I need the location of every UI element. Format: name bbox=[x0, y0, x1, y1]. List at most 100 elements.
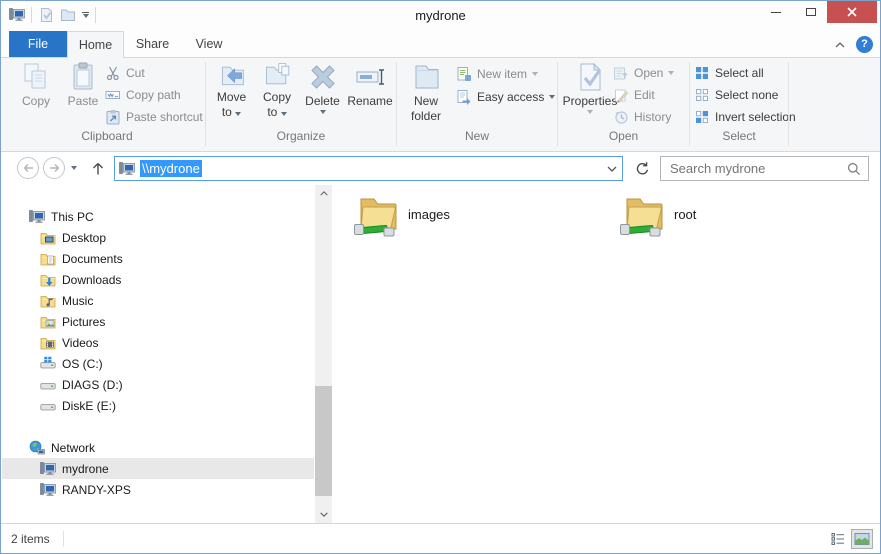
open-icon bbox=[613, 65, 629, 81]
sidebar-item-this-pc[interactable]: This PC bbox=[2, 206, 314, 227]
pictures-icon bbox=[40, 314, 56, 330]
chevron-down-icon bbox=[319, 511, 329, 518]
collapse-ribbon-button[interactable] bbox=[831, 38, 849, 52]
computer-icon bbox=[40, 461, 56, 477]
arrow-left-icon bbox=[22, 162, 35, 174]
scroll-down-button[interactable] bbox=[315, 506, 332, 523]
tab-share[interactable]: Share bbox=[124, 31, 181, 57]
edit-button[interactable]: Edit bbox=[613, 85, 655, 105]
recent-locations-dropdown[interactable] bbox=[71, 166, 77, 170]
title-bar: mydrone bbox=[1, 1, 880, 31]
maximize-button[interactable] bbox=[794, 1, 827, 23]
rename-icon bbox=[354, 61, 386, 93]
new-item-button[interactable]: New item bbox=[456, 64, 538, 84]
chevron-down-icon bbox=[235, 112, 241, 116]
sidebar-item-downloads[interactable]: Downloads bbox=[2, 269, 314, 290]
sidebar-scrollbar[interactable] bbox=[315, 185, 332, 523]
status-separator bbox=[63, 531, 64, 547]
ribbon: Copy Paste Cut Copy path bbox=[1, 58, 880, 152]
computer-icon bbox=[40, 482, 56, 498]
folder-tile-images[interactable]: images bbox=[353, 190, 450, 238]
chevron-down-icon bbox=[606, 165, 618, 173]
cut-icon bbox=[105, 65, 121, 81]
select-none-icon bbox=[694, 87, 710, 103]
move-to-button[interactable]: Move to bbox=[209, 61, 254, 129]
select-all-button[interactable]: Select all bbox=[694, 63, 764, 83]
refresh-icon bbox=[635, 161, 650, 176]
tab-home[interactable]: Home bbox=[67, 31, 124, 58]
copy-path-button[interactable]: Copy path bbox=[105, 85, 181, 105]
search-icon[interactable] bbox=[847, 162, 861, 176]
sidebar-item-documents[interactable]: Documents bbox=[2, 248, 314, 269]
help-button[interactable]: ? bbox=[856, 36, 873, 53]
tab-view[interactable]: View bbox=[181, 31, 237, 57]
sidebar-item-os-c[interactable]: OS (C:) bbox=[2, 353, 314, 374]
thumbnail-view-icon bbox=[854, 532, 870, 546]
address-bar[interactable]: \\mydrone bbox=[114, 156, 623, 181]
history-button[interactable]: History bbox=[613, 107, 671, 127]
tab-file[interactable]: File bbox=[9, 31, 67, 57]
invert-selection-icon bbox=[694, 109, 710, 125]
sidebar-item-videos[interactable]: Videos bbox=[2, 332, 314, 353]
forward-button[interactable] bbox=[43, 157, 65, 179]
maximize-icon bbox=[806, 8, 816, 16]
paste-shortcut-button[interactable]: Paste shortcut bbox=[105, 107, 203, 127]
address-path-selected[interactable]: \\mydrone bbox=[140, 160, 202, 177]
sidebar-item-music[interactable]: Music bbox=[2, 290, 314, 311]
sidebar-item-desktop[interactable]: Desktop bbox=[2, 227, 314, 248]
sidebar-item-pictures[interactable]: Pictures bbox=[2, 311, 314, 332]
search-input[interactable] bbox=[661, 157, 868, 180]
paste-shortcut-icon bbox=[105, 109, 121, 125]
cut-button[interactable]: Cut bbox=[105, 63, 145, 83]
scroll-up-button[interactable] bbox=[315, 185, 332, 202]
copy-button[interactable]: Copy bbox=[13, 61, 59, 129]
up-button[interactable] bbox=[87, 157, 109, 179]
scrollbar-thumb[interactable] bbox=[315, 386, 332, 496]
rename-button[interactable]: Rename bbox=[345, 61, 395, 129]
chevron-down-icon bbox=[549, 95, 555, 99]
open-button[interactable]: Open bbox=[613, 63, 674, 83]
invert-selection-button[interactable]: Invert selection bbox=[694, 107, 796, 127]
sidebar-item-randy-xps[interactable]: RANDY-XPS bbox=[2, 479, 314, 500]
arrow-right-icon bbox=[48, 162, 61, 174]
refresh-button[interactable] bbox=[630, 156, 654, 181]
chevron-down-icon bbox=[281, 112, 287, 116]
group-label-new: New bbox=[397, 129, 557, 143]
copy-icon bbox=[20, 61, 52, 93]
sidebar-item-diags-d[interactable]: DIAGS (D:) bbox=[2, 374, 314, 395]
delete-button[interactable]: Delete bbox=[300, 61, 345, 129]
properties-button[interactable]: Properties bbox=[561, 61, 619, 129]
back-button[interactable] bbox=[17, 157, 39, 179]
details-view-button[interactable] bbox=[827, 529, 849, 549]
easy-access-button[interactable]: Easy access bbox=[456, 87, 555, 107]
minimize-button[interactable] bbox=[758, 1, 794, 23]
new-folder-button[interactable]: New folder bbox=[399, 61, 453, 129]
select-all-icon bbox=[694, 65, 710, 81]
downloads-icon bbox=[40, 272, 56, 288]
os-drive-icon bbox=[40, 356, 56, 372]
group-separator bbox=[788, 62, 789, 146]
group-label-open: Open bbox=[558, 129, 689, 143]
minimize-icon bbox=[771, 12, 781, 13]
folder-tile-root[interactable]: root bbox=[619, 190, 696, 238]
status-bar: 2 items bbox=[1, 523, 880, 553]
chevron-up-icon bbox=[319, 190, 329, 197]
search-box bbox=[660, 156, 869, 181]
explorer-window: mydrone File Home Share View ? Copy bbox=[0, 0, 881, 554]
sidebar-item-mydrone[interactable]: mydrone bbox=[2, 458, 314, 479]
delete-icon bbox=[307, 61, 339, 93]
paste-button[interactable]: Paste bbox=[61, 61, 105, 129]
item-count: 2 items bbox=[11, 524, 50, 554]
new-item-icon bbox=[456, 66, 472, 82]
folder-name: images bbox=[408, 207, 450, 222]
close-button[interactable] bbox=[827, 1, 877, 23]
copy-to-button[interactable]: Copy to bbox=[255, 61, 299, 129]
sidebar-item-network[interactable]: Network bbox=[2, 437, 314, 458]
shared-folder-icon bbox=[619, 190, 667, 238]
address-dropdown-button[interactable] bbox=[606, 160, 618, 178]
navigation-bar: \\mydrone bbox=[1, 152, 880, 185]
sidebar-item-diske-e[interactable]: DiskE (E:) bbox=[2, 395, 314, 416]
select-none-button[interactable]: Select none bbox=[694, 85, 778, 105]
thumbnail-view-button[interactable] bbox=[851, 529, 873, 549]
ribbon-tab-row: File Home Share View ? bbox=[1, 31, 880, 58]
